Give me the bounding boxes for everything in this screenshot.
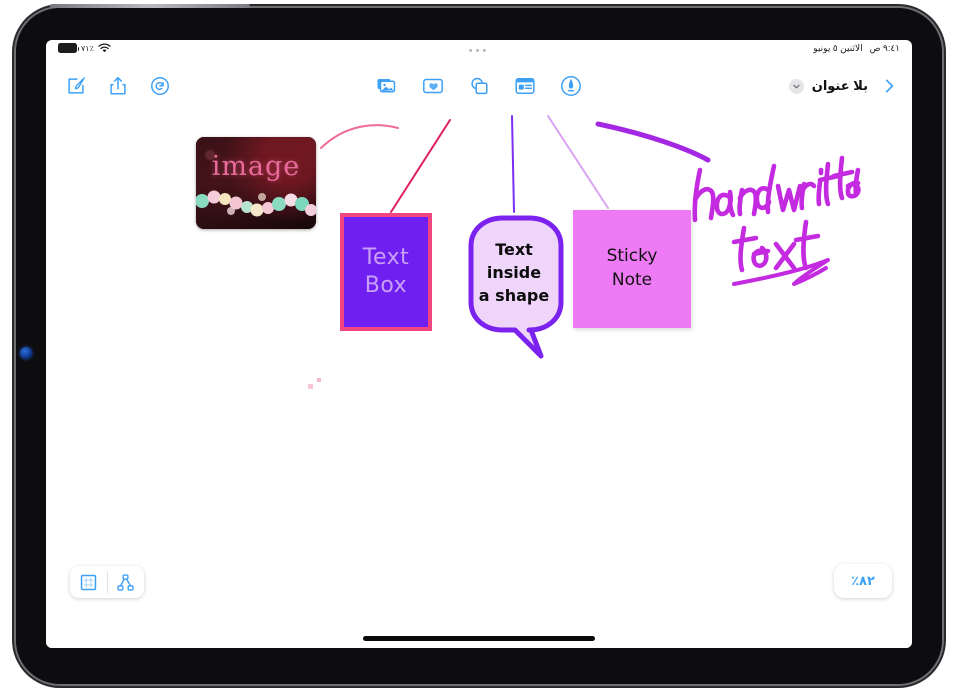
status-bar: ٧١٪ ••• ٩:٤١ صالاثنين ٥ يونيو	[46, 40, 912, 64]
chevron-right-icon[interactable]	[876, 73, 902, 99]
zoom-level-label: ٨٢٪	[851, 573, 875, 588]
handwriting-object[interactable]	[676, 128, 866, 298]
shape-text: Text inside a shape	[459, 238, 569, 308]
text-box-line-1: Text	[362, 245, 410, 270]
status-bar-date: الاثنين ٥ يونيو	[813, 43, 863, 53]
shape-line-3: a shape	[478, 286, 550, 306]
ipad-device-frame: ٧١٪ ••• ٩:٤١ صالاثنين ٥ يونيو بلا عنوان …	[16, 4, 942, 684]
status-bar-right: ٩:٤١ ص الاثنين ٥ يونيو	[813, 43, 900, 54]
image-caption: image	[211, 151, 301, 182]
shape-object[interactable]: Text inside a shape	[459, 212, 577, 362]
multitasking-dots-button[interactable]: •••	[46, 46, 912, 57]
connector-diagram-icon[interactable]	[108, 566, 145, 598]
sticky-note-icon[interactable]	[511, 72, 539, 100]
sticky-note-line-1: Sticky	[606, 246, 658, 267]
status-bar-time: ٩:٤١ ص	[869, 43, 901, 53]
text-box-line-2: Box	[364, 273, 408, 298]
image-object[interactable]: image	[196, 137, 316, 229]
chevron-down-icon[interactable]	[788, 78, 804, 94]
sticky-note-text: Sticky Note	[607, 245, 658, 293]
shapes-icon[interactable]	[465, 72, 493, 100]
bottom-left-controls	[70, 566, 144, 598]
app-toolbar: بلا عنوان	[46, 64, 912, 108]
shape-line-1: Text	[495, 240, 533, 259]
grid-icon[interactable]	[70, 566, 107, 598]
media-icon[interactable]	[373, 72, 401, 100]
pen-icon[interactable]	[557, 72, 585, 100]
home-indicator[interactable]	[363, 636, 595, 641]
side-button-indicator	[20, 347, 32, 359]
whiteboard-canvas[interactable]: image Text Box Text inside a shape Stick…	[46, 108, 912, 648]
sticky-note-line-2: Note	[611, 270, 653, 290]
text-box-object[interactable]: Text Box	[340, 213, 432, 331]
toolbar-right-group: بلا عنوان	[788, 70, 902, 102]
handwritten-ink-strokes	[692, 155, 861, 286]
document-title[interactable]: بلا عنوان	[812, 78, 868, 94]
ipad-screen: ٧١٪ ••• ٩:٤١ صالاثنين ٥ يونيو بلا عنوان …	[46, 40, 912, 648]
insert-tools-group	[46, 72, 912, 100]
sticker-icon[interactable]	[419, 72, 447, 100]
zoom-level-button[interactable]: ٨٢٪	[834, 564, 892, 598]
shape-line-2: inside	[486, 263, 542, 283]
sticky-note-object[interactable]: Sticky Note	[573, 210, 691, 328]
